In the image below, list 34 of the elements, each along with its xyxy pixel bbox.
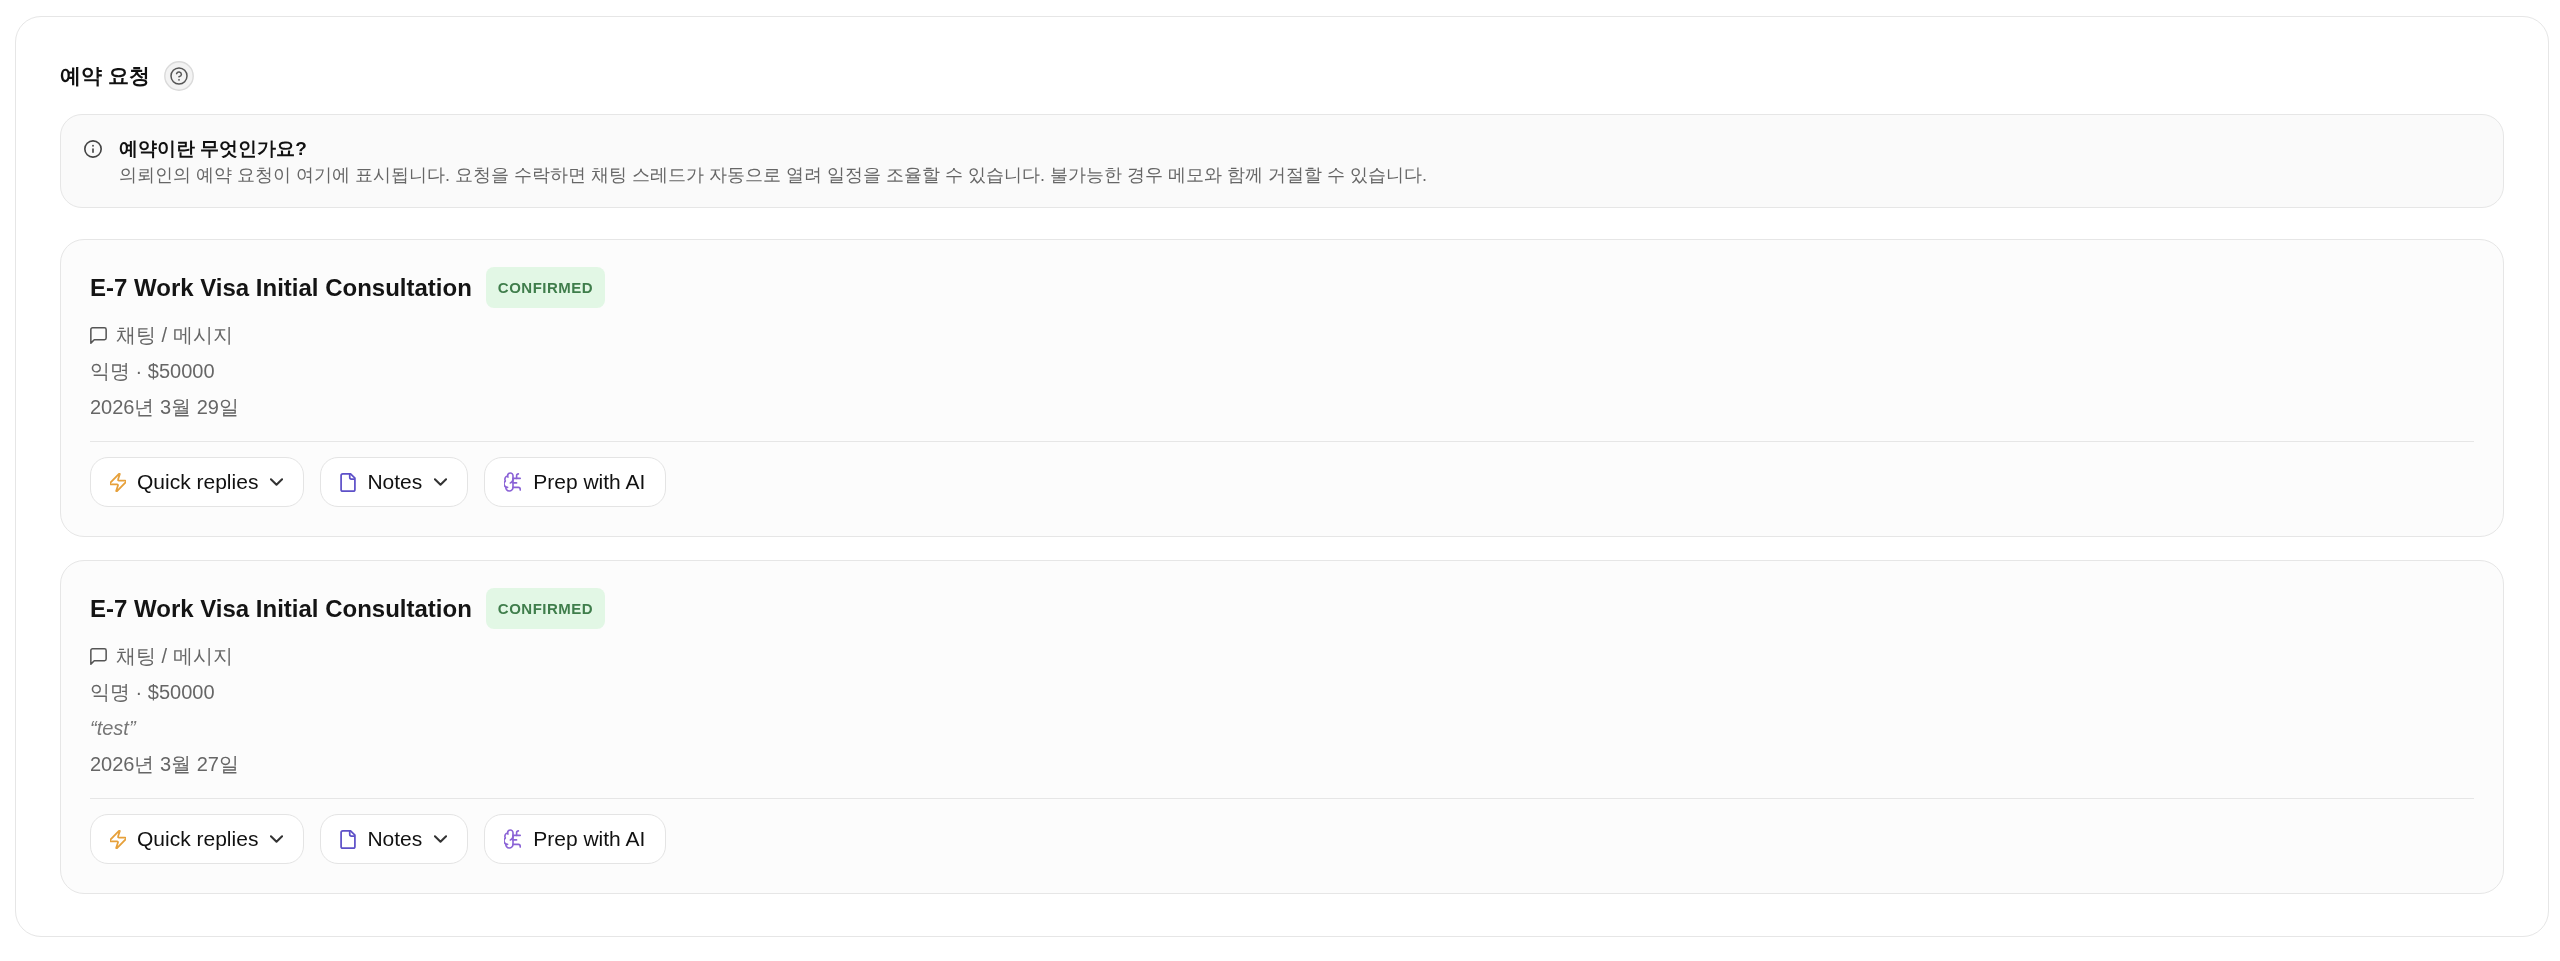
lightning-icon: [110, 829, 126, 849]
booking-title: E-7 Work Visa Initial Consultation: [90, 272, 472, 303]
file-icon: [340, 472, 357, 492]
quick-replies-button[interactable]: Quick replies: [90, 814, 305, 864]
info-text: 의뢰인의 예약 요청이 여기에 표시됩니다. 요청을 수락하면 채팅 스레드가 자동으로 열려 일정을 조율할 수 있습니다. 불가능한 경우 메모와 함께 거절할 수 있습니다.: [119, 164, 1428, 187]
booking-date: 2026년 3월 29일: [90, 395, 239, 420]
client-info: 익명 · $50000: [90, 359, 215, 384]
brain-icon: [504, 829, 523, 849]
quick-replies-button[interactable]: Quick replies: [90, 457, 305, 507]
help-icon[interactable]: [163, 61, 194, 91]
info-icon: [84, 140, 102, 158]
prep-ai-button[interactable]: Prep with AI: [484, 457, 667, 507]
status-badge: CONFIRMED: [485, 267, 606, 308]
chevron-down-icon: [270, 835, 284, 843]
booking-note: “test”: [90, 716, 136, 741]
chevron-down-icon: [434, 478, 448, 486]
booking-title: E-7 Work Visa Initial Consultation: [90, 593, 472, 624]
notes-button[interactable]: Notes: [320, 814, 469, 864]
chevron-down-icon: [270, 478, 284, 486]
file-icon: [340, 829, 357, 849]
chevron-down-icon: [434, 835, 448, 843]
notes-button[interactable]: Notes: [320, 457, 469, 507]
brain-icon: [504, 472, 523, 492]
booking-date: 2026년 3월 27일: [90, 752, 239, 777]
prep-ai-button[interactable]: Prep with AI: [484, 814, 667, 864]
chat-bubble-icon: [90, 326, 107, 344]
info-title: 예약이란 무엇인가요?: [119, 137, 307, 161]
lightning-icon: [110, 472, 126, 492]
chat-bubble-icon: [90, 647, 107, 665]
client-info: 익명 · $50000: [90, 680, 215, 705]
section-title: 예약 요청: [60, 63, 150, 89]
status-badge: CONFIRMED: [485, 588, 606, 629]
channel-label: 채팅 / 메시지: [116, 644, 233, 669]
channel-label: 채팅 / 메시지: [116, 323, 233, 348]
